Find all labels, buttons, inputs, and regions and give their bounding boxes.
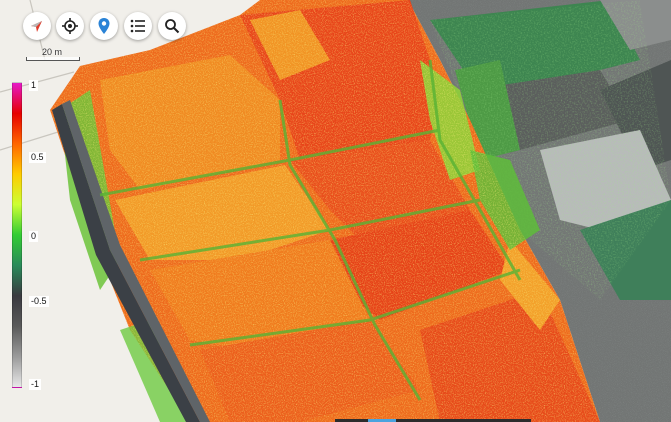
- scale-bar: 20 m: [24, 47, 80, 61]
- legend-color-ramp: [12, 82, 22, 388]
- place-pin-button[interactable]: [90, 12, 118, 40]
- legend-label-max: 1: [29, 80, 39, 91]
- my-location-button[interactable]: [56, 12, 84, 40]
- map-pin-icon: [98, 18, 110, 34]
- compass-icon: [31, 21, 42, 32]
- layers-list-icon: [130, 19, 145, 33]
- legend-label-zero: 0: [29, 231, 39, 242]
- search-icon: [165, 19, 180, 34]
- layers-list-button[interactable]: [124, 12, 152, 40]
- ndvi-legend: 1 0.5 0 -0.5 -1: [12, 80, 52, 392]
- ndvi-map[interactable]: [0, 0, 671, 422]
- crosshair-icon: [62, 18, 78, 34]
- legend-label-min: -1: [29, 379, 42, 390]
- search-button[interactable]: [158, 12, 186, 40]
- legend-label-low: -0.5: [29, 296, 49, 307]
- scale-label: 20 m: [41, 47, 62, 57]
- compass-button[interactable]: [23, 12, 51, 40]
- scale-line: [26, 57, 80, 61]
- legend-label-high: 0.5: [29, 152, 46, 163]
